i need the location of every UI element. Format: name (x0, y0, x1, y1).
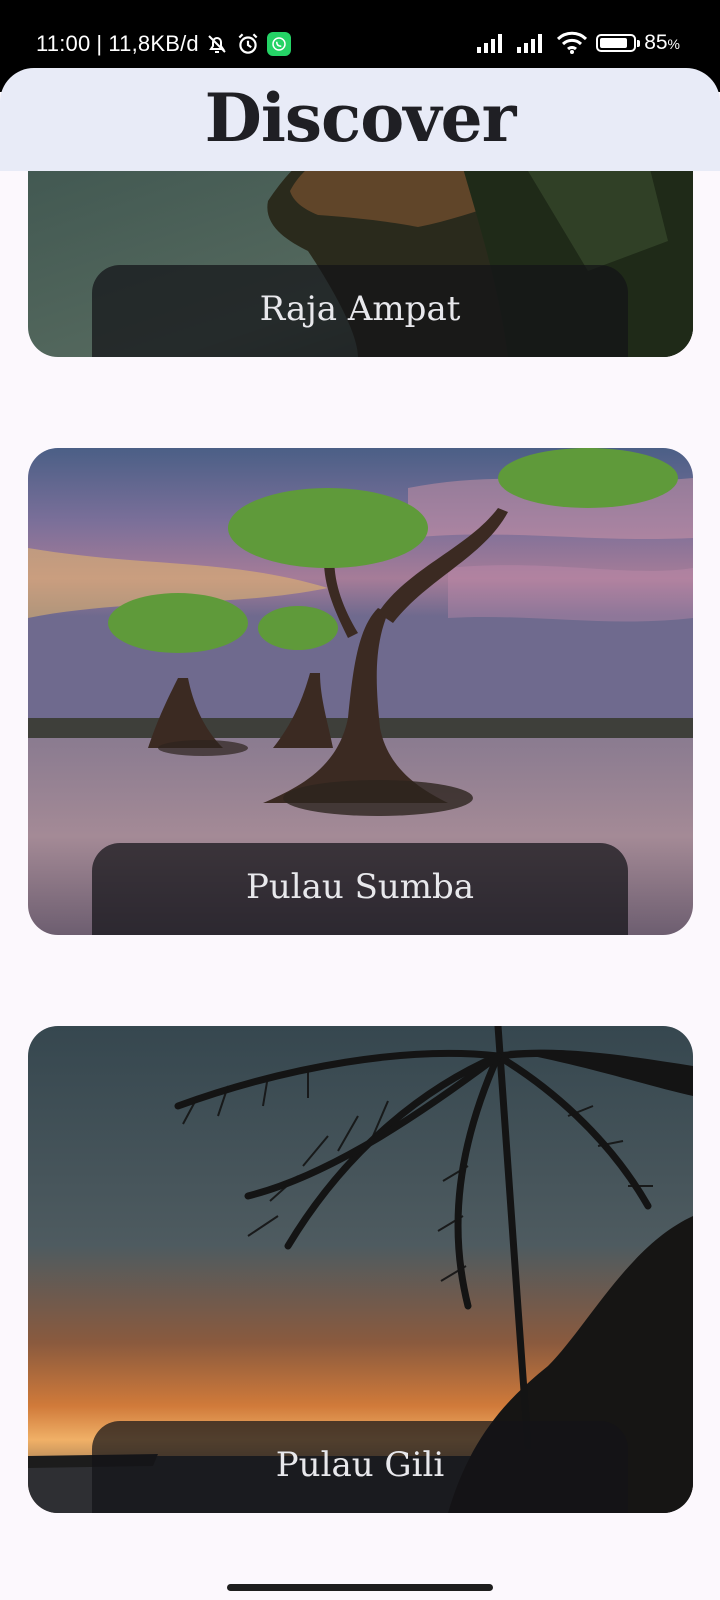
destination-card[interactable]: Pulau Sumba (28, 448, 693, 935)
status-right: 85% (476, 31, 680, 55)
separator: | (96, 31, 103, 56)
clock: 11:00 (36, 31, 91, 56)
signal-icon (476, 32, 508, 54)
destination-card[interactable]: Pulau Gili (28, 1026, 693, 1513)
app-header: Discover (0, 68, 720, 171)
alarm-icon (235, 31, 261, 57)
destination-card[interactable]: Raja Ampat (28, 171, 693, 357)
destination-caption: Pulau Sumba (92, 843, 628, 935)
status-left: 11:00 | 11,8KB/d (36, 31, 291, 57)
signal-icon (516, 32, 548, 54)
page-title: Discover (204, 78, 517, 157)
destination-name: Pulau Sumba (245, 867, 475, 907)
battery-icon (596, 34, 641, 52)
destination-name: Pulau Gili (275, 1445, 445, 1485)
destination-list[interactable]: Raja Ampat Pulau Sumba Pulau Gili (0, 171, 720, 1541)
destination-name: Raja Ampat (259, 289, 461, 329)
battery-percent: 85% (644, 31, 680, 54)
destination-caption: Raja Ampat (92, 265, 628, 357)
destination-caption: Pulau Gili (92, 1421, 628, 1513)
network-speed: 11,8KB/d (108, 31, 199, 56)
bell-off-icon (205, 32, 229, 56)
gesture-nav-bar[interactable] (227, 1584, 493, 1591)
wifi-icon (556, 31, 588, 55)
whatsapp-icon (266, 32, 291, 56)
app-screen: 11:00 | 11,8KB/d 85% Discover Raja Ampat… (0, 0, 720, 1600)
